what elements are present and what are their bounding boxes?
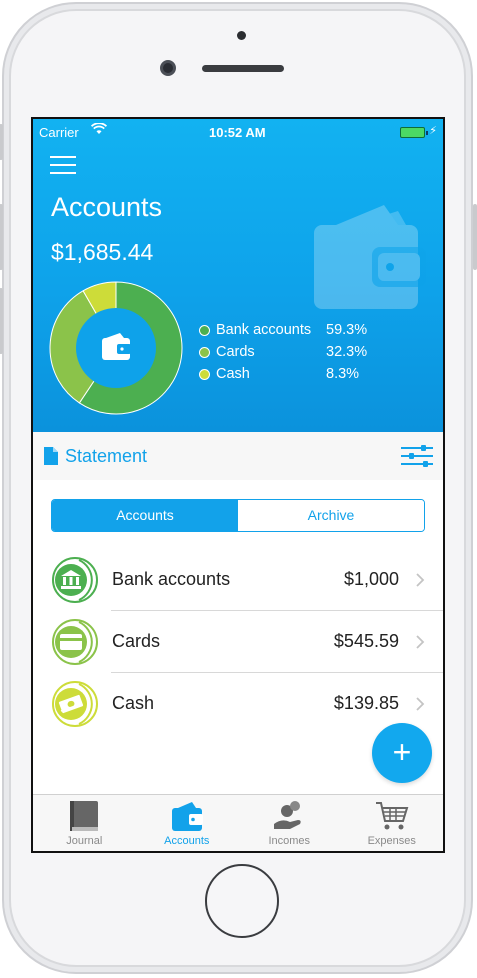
credit-card-icon [52,619,98,665]
total-balance: $1,685.44 [51,239,154,265]
document-icon [44,447,58,465]
app-screen: Carrier 10:52 AM ⚡ Accounts $1,685.44 Ba… [31,117,445,853]
tab-accounts[interactable]: Accounts [136,795,239,851]
account-name: Cards [112,631,161,651]
tab-expenses[interactable]: Expenses [341,795,444,851]
home-button[interactable] [205,864,279,938]
legend-label: Cards [216,344,255,360]
wallet-icon [314,205,426,309]
legend-percent: 32.3% [326,344,368,360]
legend-label: Bank accounts [216,322,312,338]
account-name: Bank accounts [112,569,231,589]
carrier-label: Carrier [39,125,79,140]
tab-label: Incomes [268,835,311,847]
accounts-header: Carrier 10:52 AM ⚡ Accounts $1,685.44 Ba… [33,119,443,432]
account-amount: $545.59 [333,631,399,651]
segment-accounts[interactable]: Accounts [52,500,238,531]
statement-bar[interactable]: Statement [33,432,443,480]
status-bar: Carrier 10:52 AM ⚡ [33,119,443,141]
chevron-right-icon [416,635,425,649]
accounts-archive-segmented-control: Accounts Archive [51,499,425,532]
chart-legend: Bank accounts 59.3% Cards 32.3% Cash 8.3… [199,319,372,385]
legend-item-bank-accounts: Bank accounts 59.3% [199,319,372,341]
page-title: Accounts [51,192,163,222]
charging-icon: ⚡ [429,125,437,137]
account-amount: $1,000 [343,569,399,589]
account-row-cards[interactable]: Cards $545.59 [33,611,443,673]
legend-dot [199,346,210,358]
volume-down-button [0,288,3,354]
mute-switch [0,124,3,160]
clock: 10:52 AM [209,125,266,140]
account-row-cash[interactable]: Cash $139.85 [33,673,443,735]
legend-dot [199,324,210,336]
wallet-icon [171,802,203,831]
accounts-donut-chart [49,281,183,415]
legend-percent: 8.3% [326,366,360,382]
proximity-sensor [237,31,246,40]
earpiece-speaker [202,65,284,72]
tab-label: Journal [66,835,103,847]
legend-label: Cash [216,366,250,382]
chevron-right-icon [416,697,425,711]
legend-dot [199,368,210,380]
power-button [473,204,477,270]
wifi-icon [91,123,107,134]
journal-icon [70,801,99,831]
tab-incomes[interactable]: Incomes [238,795,341,851]
add-button[interactable]: + [372,723,432,783]
chevron-right-icon [416,573,425,587]
incomes-icon [274,801,301,829]
volume-up-button [0,204,3,270]
account-amount: $139.85 [333,693,399,713]
tab-bar: Journal Accounts Incomes Expenses [33,794,443,851]
cart-icon [375,802,409,830]
hamburger-menu-icon[interactable] [50,156,76,176]
tab-label: Expenses [367,835,416,847]
filter-icon[interactable] [401,444,433,468]
tab-label: Accounts [164,835,210,847]
statement-label[interactable]: Statement [65,446,147,467]
tab-journal[interactable]: Journal [33,795,136,851]
segment-archive[interactable]: Archive [238,500,424,531]
battery-icon [400,127,428,138]
cash-icon [52,681,98,727]
accounts-list: Bank accounts $1,000 Cards $545.59 Cash … [33,549,443,735]
account-row-bank-accounts[interactable]: Bank accounts $1,000 [33,549,443,611]
legend-percent: 59.3% [326,322,368,338]
front-camera [160,60,176,76]
account-name: Cash [112,693,155,713]
legend-item-cards: Cards 32.3% [199,341,372,363]
legend-item-cash: Cash 8.3% [199,363,372,385]
bank-icon [52,557,98,603]
